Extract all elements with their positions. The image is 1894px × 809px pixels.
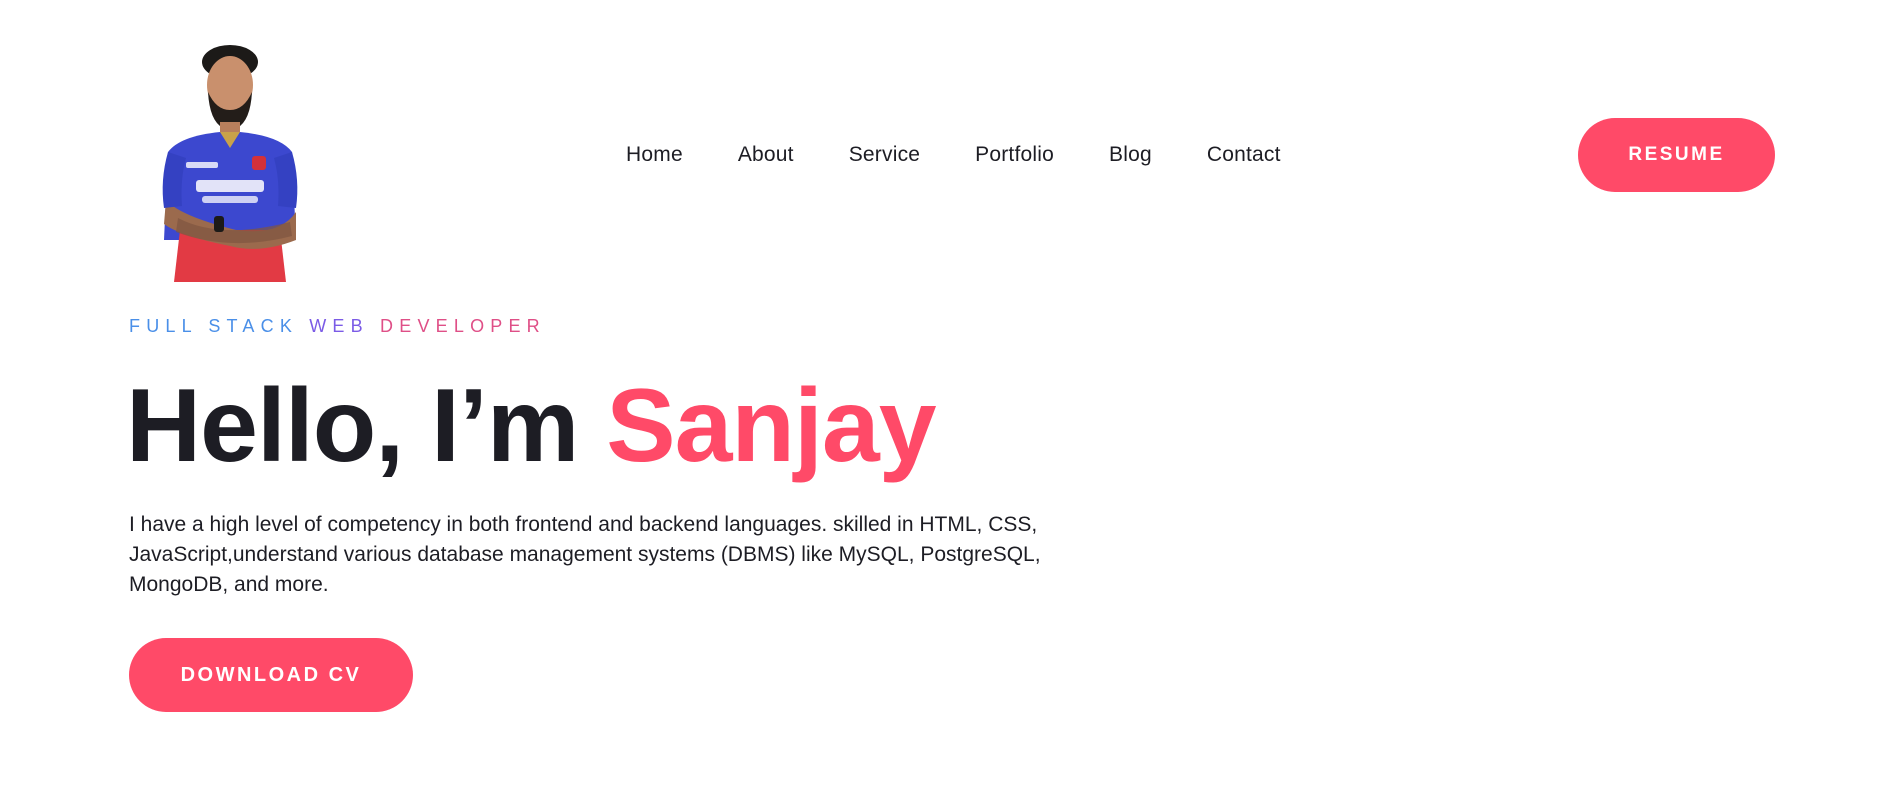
portfolio-page: Home About Service Portfolio Blog Contac… [0,0,1894,809]
resume-button[interactable]: RESUME [1578,118,1775,192]
nav-item-blog[interactable]: Blog [1109,143,1152,167]
download-cv-button[interactable]: DOWNLOAD CV [129,638,413,712]
subtitle-part-full-stack: FULL STACK [129,316,310,336]
subtitle-part-developer: DEVELOPER [380,316,546,336]
nav-item-home[interactable]: Home [626,143,683,167]
main-nav: Home About Service Portfolio Blog Contac… [626,140,1281,170]
nav-item-contact[interactable]: Contact [1207,143,1281,167]
hero-subtitle: FULL STACK WEB DEVELOPER [129,316,546,337]
hero-headline: Hello, I’m Sanjay [126,366,937,486]
hero-description: I have a high level of competency in bot… [129,513,1041,596]
nav-item-service[interactable]: Service [849,143,920,167]
headline-greeting: Hello, I’m [126,368,607,484]
nav-item-about[interactable]: About [738,143,794,167]
subtitle-part-web: WEB [309,316,381,336]
profile-photo-icon[interactable] [140,40,320,282]
nav-item-portfolio[interactable]: Portfolio [975,143,1054,167]
headline-name: Sanjay [606,368,936,484]
